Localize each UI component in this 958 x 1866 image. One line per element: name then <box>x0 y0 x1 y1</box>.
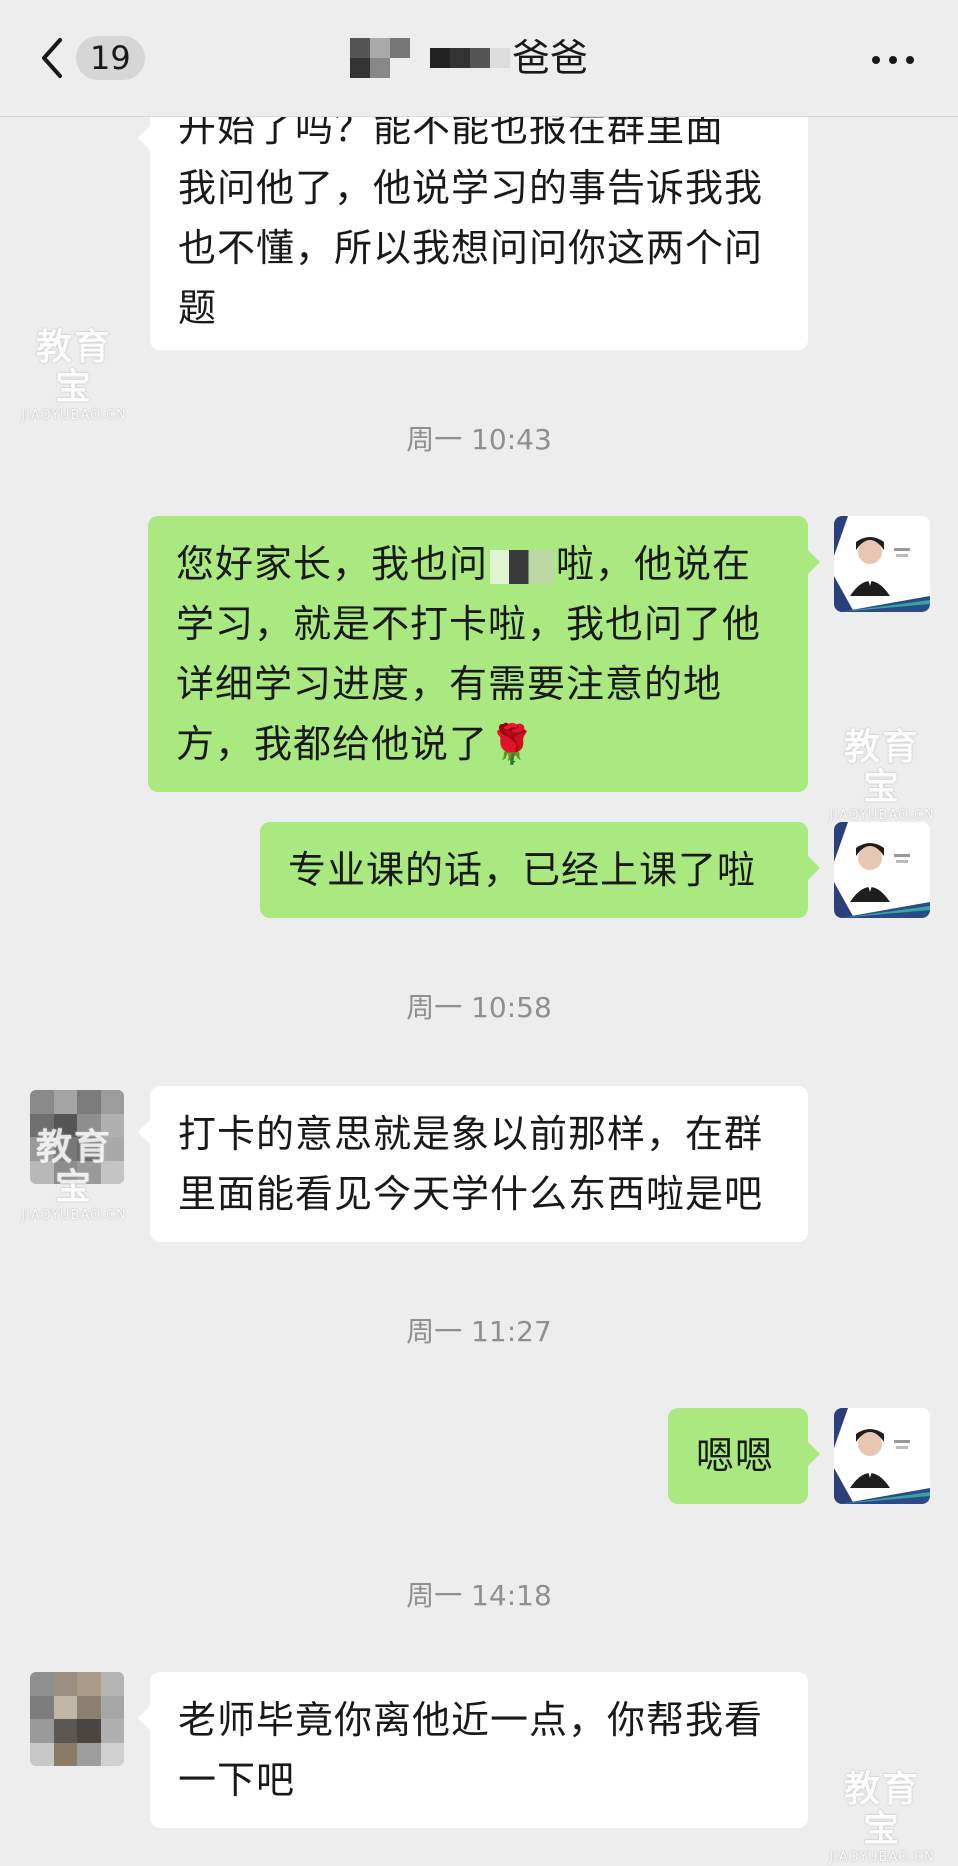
redacted-name-mosaic <box>350 38 410 78</box>
parent-avatar[interactable] <box>30 1672 124 1766</box>
message-line: 打卡的意思就是象以前那样，在群 <box>178 1112 764 1156</box>
message-text: 方，我都给他说了 <box>176 722 489 766</box>
watermark-brand: 教育宝 <box>35 1127 112 1208</box>
message-bubble-left[interactable]: 打卡的意思就是象以前那样，在群 里面能看见今天学什么东西啦是吧 <box>138 1086 808 1242</box>
watermark: 教育宝 JIAOYUBAO.CN <box>18 328 130 424</box>
message-line: 老师毕竟你离他近一点，你帮我看 <box>178 1698 764 1742</box>
message-line: 您好家长，我也问 啦，他说在 <box>176 534 780 594</box>
chat-header: 19 爸爸 <box>0 0 958 117</box>
watermark: 教育宝 JIAOYUBAO.CN <box>18 1128 130 1224</box>
watermark-brand: 教育宝 <box>843 1769 920 1850</box>
teacher-avatar[interactable] <box>834 822 930 918</box>
chat-title: 爸爸 <box>350 28 588 88</box>
unread-count-badge[interactable]: 19 <box>76 36 145 80</box>
teacher-avatar[interactable] <box>834 516 930 612</box>
message-line: 也不懂，所以我想问问你这两个问 <box>178 226 764 270</box>
message-text: 嗯嗯 <box>696 1434 775 1478</box>
message-line: 里面能看见今天学什么东西啦是吧 <box>178 1172 764 1216</box>
message-bubble-right[interactable]: 专业课的话，已经上课了啦 <box>260 822 820 918</box>
message-line: 我问他了，他说学习的事告诉我我 <box>178 166 764 210</box>
message-bubble-right[interactable]: 嗯嗯 <box>668 1408 820 1504</box>
message-bubble-left[interactable]: 开始了吗？能不能也报在群里面 我问他了，他说学习的事告诉我我 也不懂，所以我想问… <box>138 92 808 350</box>
watermark-url: JIAOYUBAO.CN <box>21 1208 127 1223</box>
rose-emoji-icon: 🌹 <box>488 722 537 766</box>
redacted-name-mosaic <box>490 549 555 584</box>
message-bubble-right[interactable]: 您好家长，我也问 啦，他说在 学习，就是不打卡啦，我也问了他 详细学习进度，有需要… <box>148 516 820 792</box>
redacted-name-mosaic-2 <box>430 48 510 68</box>
teacher-avatar[interactable] <box>834 1408 930 1504</box>
message-line: 学习，就是不打卡啦，我也问了他 <box>176 602 762 646</box>
timestamp: 周一 11:27 <box>406 1315 552 1348</box>
message-line: 详细学习进度，有需要注意的地 <box>176 662 723 706</box>
watermark-url: JIAOYUBAO.CN <box>829 1850 935 1865</box>
message-line: 方，我都给他说了🌹 <box>176 714 780 774</box>
watermark: 教育宝 JIAOYUBAO.CN <box>826 728 938 824</box>
watermark-brand: 教育宝 <box>843 727 920 808</box>
message-line: 题 <box>178 286 218 330</box>
message-bubble-left[interactable]: 老师毕竟你离他近一点，你帮我看 一下吧 <box>138 1672 808 1828</box>
message-line: 一下吧 <box>178 1758 296 1802</box>
message-text: 专业课的话，已经上课了啦 <box>288 848 757 892</box>
watermark-brand: 教育宝 <box>35 327 112 408</box>
timestamp: 周一 14:18 <box>406 1579 552 1612</box>
timestamp: 周一 10:43 <box>406 423 552 456</box>
message-text: 您好家长，我也问 <box>176 542 489 586</box>
message-text: 啦，他说在 <box>556 542 752 586</box>
chevron-left-icon[interactable] <box>36 34 68 82</box>
watermark: 教育宝 JIAOYUBAO.CN <box>826 1770 938 1866</box>
more-dots-icon[interactable] <box>872 56 914 64</box>
timestamp: 周一 10:58 <box>406 991 552 1024</box>
chat-title-text: 爸爸 <box>512 36 589 80</box>
